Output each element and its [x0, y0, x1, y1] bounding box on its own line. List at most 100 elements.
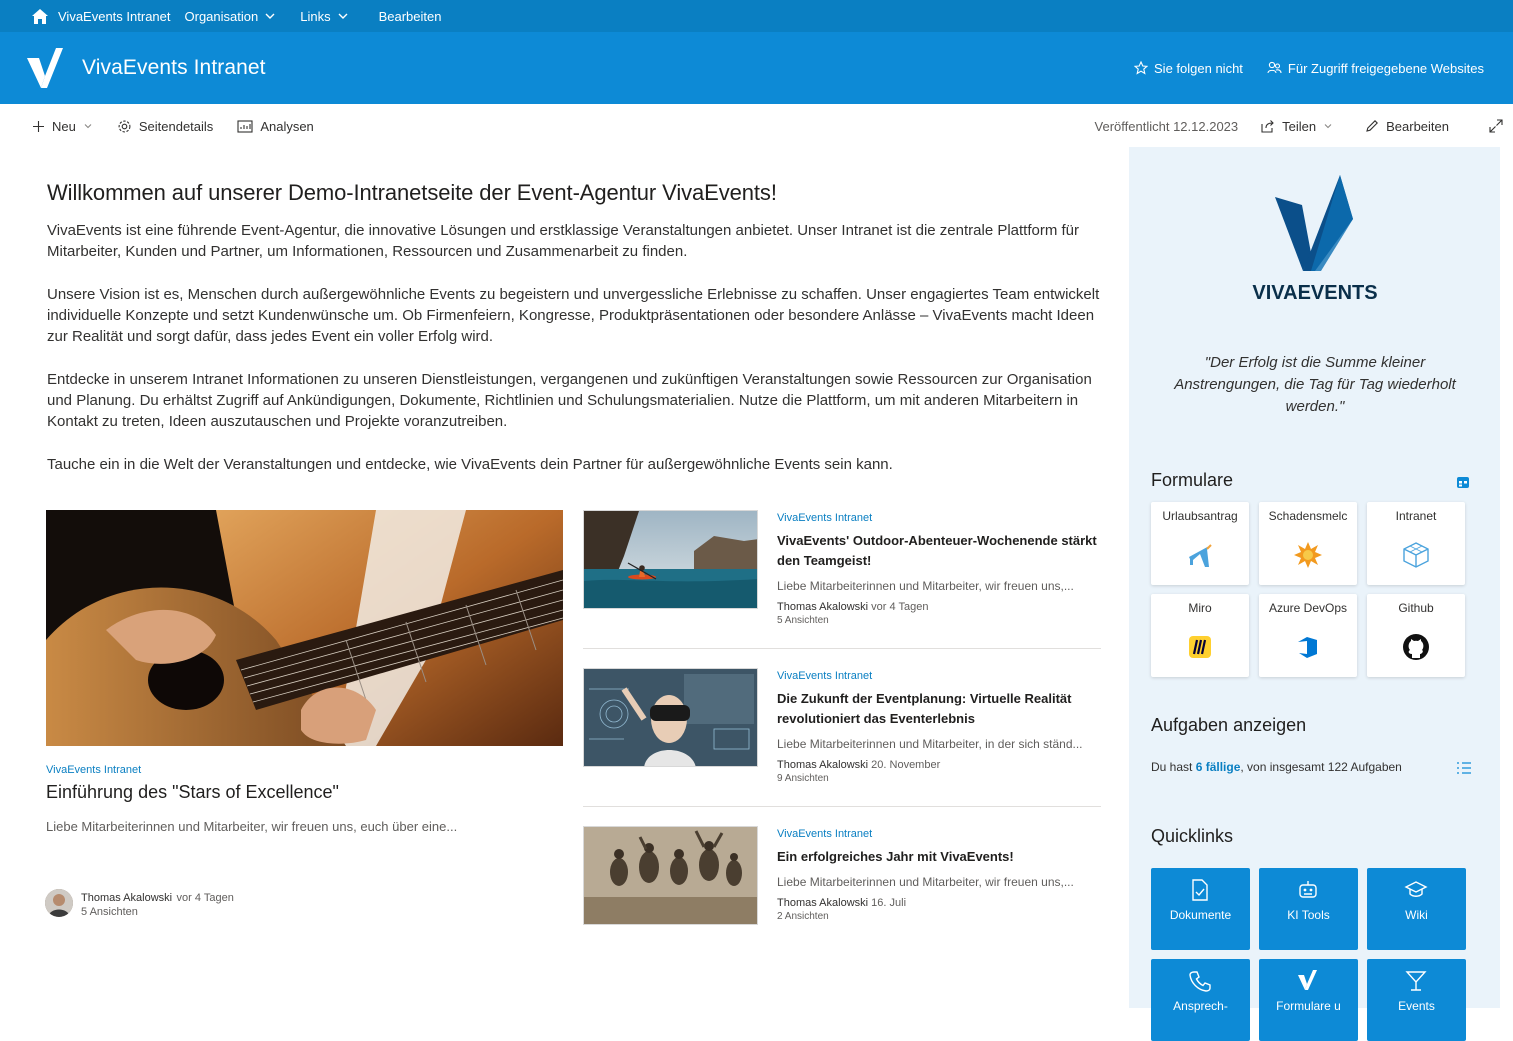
quicklink-label: Wiki [1405, 908, 1428, 922]
welcome-paragraph: Entdecke in unserem Intranet Information… [47, 371, 1092, 430]
news-title[interactable]: Ein erfolgreiches Jahr mit VivaEvents! [777, 847, 1101, 867]
quicklink-wiki[interactable]: Wiki [1367, 868, 1466, 950]
published-date: Veröffentlicht 12.12.2023 [1094, 118, 1239, 134]
hero-description: Liebe Mitarbeiterinnen und Mitarbeiter, … [46, 819, 458, 834]
guitar-photo [46, 510, 563, 746]
new-button[interactable]: Neu [32, 119, 93, 134]
tasks-title: Aufgaben anzeigen [1151, 715, 1307, 735]
news-description: Liebe Mitarbeiterinnen und Mitarbeiter, … [777, 875, 1074, 889]
quote-text: "Der Erfolg ist die Summe kleiner Anstre… [1174, 354, 1456, 415]
form-tile-miro[interactable]: Miro [1151, 594, 1249, 677]
author-name[interactable]: Thomas Akalowski [81, 892, 172, 904]
share-button[interactable]: Teilen [1260, 119, 1333, 134]
suite-site-link[interactable]: VivaEvents Intranet [58, 9, 171, 24]
news-source[interactable]: VivaEvents Intranet [777, 828, 1101, 840]
chart-icon [237, 119, 253, 133]
post-date: vor 4 Tagen [871, 601, 929, 613]
azure-devops-icon [1298, 637, 1317, 658]
page-details-button[interactable]: Seitendetails [117, 119, 213, 134]
calendar-icon[interactable] [1456, 475, 1470, 489]
news-description: Liebe Mitarbeiterinnen und Mitarbeiter, … [777, 737, 1083, 751]
form-tile-intranet[interactable]: Intranet [1367, 502, 1465, 585]
task-list-icon[interactable] [1456, 761, 1472, 775]
hero-author: Thomas Akalowski vor 4 Tagen 5 Ansichten [45, 888, 234, 918]
new-label: Neu [52, 118, 76, 134]
hero-news-image[interactable] [46, 510, 563, 746]
github-icon [1403, 634, 1429, 660]
expand-icon[interactable] [1489, 119, 1503, 133]
welcome-paragraph: VivaEvents ist eine führende Event-Agent… [47, 222, 1080, 260]
form-tile-github[interactable]: Github [1367, 594, 1465, 677]
news-item[interactable]: VivaEvents Intranet Ein erfolgreiches Ja… [583, 826, 1101, 966]
news-divider [583, 806, 1101, 807]
site-header: VivaEvents Intranet Sie folgen nicht Für… [0, 32, 1513, 104]
form-tile-label: Schadensmelc [1268, 509, 1348, 523]
form-tile-label: Miro [1188, 601, 1212, 615]
news-source[interactable]: VivaEvents Intranet [777, 512, 1101, 524]
shared-sites-label: Für Zugriff freigegebene Websites [1287, 60, 1484, 76]
view-count: 5 Ansichten [81, 906, 138, 918]
nav-organisation-label: Organisation [184, 8, 259, 24]
post-date: 16. Juli [871, 897, 907, 909]
form-tile-schadensmeldung[interactable]: Schadensmelc [1259, 502, 1357, 585]
post-date: vor 4 Tagen [176, 892, 234, 904]
news-item[interactable]: VivaEvents Intranet VivaEvents' Outdoor-… [583, 510, 1101, 650]
miro-icon [1189, 636, 1211, 658]
quicklink-formulare[interactable]: Formulare u [1259, 959, 1358, 1041]
quicklink-events[interactable]: Events [1367, 959, 1466, 1041]
author-name[interactable]: Thomas Akalowski [777, 759, 868, 771]
quicklink-label: Ansprech- [1173, 999, 1228, 1013]
news-item[interactable]: VivaEvents Intranet Die Zukunft der Even… [583, 668, 1101, 808]
author-name[interactable]: Thomas Akalowski [777, 897, 868, 909]
gear-icon [118, 120, 131, 132]
people-icon [1267, 61, 1282, 74]
nav-links[interactable]: Links [300, 9, 348, 24]
site-title[interactable]: VivaEvents Intranet [82, 56, 266, 80]
shared-sites-button[interactable]: Für Zugriff freigegebene Websites [1267, 61, 1484, 76]
airplane-icon [1189, 544, 1212, 567]
hero-source[interactable]: VivaEvents Intranet [46, 764, 141, 776]
nav-edit-link[interactable]: Bearbeiten [379, 9, 442, 24]
avatar[interactable] [45, 889, 73, 917]
form-tile-urlaubsantrag[interactable]: Urlaubsantrag [1151, 502, 1249, 585]
news-thumbnail [583, 510, 758, 609]
quicklink-ansprechpartner[interactable]: Ansprech- [1151, 959, 1250, 1041]
robot-icon [1299, 881, 1317, 898]
form-tile-azure-devops[interactable]: Azure DevOps [1259, 594, 1357, 677]
chevron-down-icon [265, 13, 275, 19]
vivaevents-logo-icon[interactable] [25, 46, 65, 90]
document-icon [1192, 879, 1208, 901]
welcome-section: Willkommen auf unserer Demo-Intranetseit… [47, 180, 1107, 475]
nav-organisation[interactable]: Organisation [185, 9, 277, 24]
tasks-due-link[interactable]: 6 fällige [1196, 760, 1241, 774]
news-thumbnail [583, 668, 758, 767]
news-title[interactable]: Die Zukunft der Eventplanung: Virtuelle … [777, 689, 1101, 729]
chevron-down-icon [338, 13, 348, 19]
star-icon [1134, 61, 1149, 75]
share-label: Teilen [1282, 118, 1317, 134]
tasks-summary: Du hast 6 fällige, von insgesamt 122 Auf… [1151, 760, 1402, 774]
vivaevents-brand-logo: VIVAEVENTS [1252, 175, 1378, 304]
tasks-prefix: Du hast [1151, 760, 1193, 774]
post-date: 20. November [871, 759, 941, 771]
right-sidebar: VIVAEVENTS "Der Erfolg ist die Summe kle… [1129, 147, 1500, 1041]
tasks-suffix: , von insgesamt 122 Aufgaben [1240, 760, 1402, 774]
form-tile-label: Urlaubsantrag [1162, 509, 1238, 523]
quicklink-ki-tools[interactable]: KI Tools [1259, 868, 1358, 950]
edit-page-button[interactable]: Bearbeiten [1365, 119, 1449, 134]
cocktail-glass-icon [1405, 971, 1427, 991]
author-name[interactable]: Thomas Akalowski [777, 601, 868, 613]
news-description: Liebe Mitarbeiterinnen und Mitarbeiter, … [777, 579, 1074, 593]
news-title[interactable]: VivaEvents' Outdoor-Abenteuer-Wochenende… [777, 531, 1101, 571]
quicklink-label: Formulare u [1276, 999, 1341, 1013]
forms-title: Formulare [1151, 470, 1234, 490]
analytics-button[interactable]: Analysen [237, 119, 314, 134]
graduation-cap-icon [1404, 881, 1428, 897]
phone-icon [1189, 971, 1211, 992]
home-icon[interactable] [30, 7, 50, 25]
quicklink-dokumente[interactable]: Dokumente [1151, 868, 1250, 950]
hero-title[interactable]: Einführung des "Stars of Excellence" [46, 782, 339, 803]
news-source[interactable]: VivaEvents Intranet [777, 670, 1101, 682]
follow-button[interactable]: Sie folgen nicht [1134, 61, 1243, 76]
pencil-icon [1366, 120, 1379, 132]
